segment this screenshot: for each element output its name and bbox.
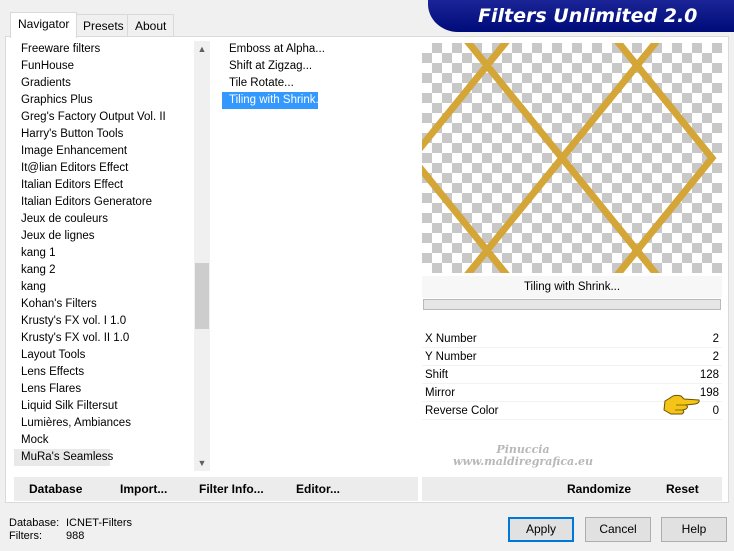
- preview-pattern: [422, 43, 717, 273]
- cancel-button[interactable]: Cancel: [585, 517, 651, 542]
- filters-label: Filters:: [9, 530, 42, 542]
- filter-item[interactable]: Tiling with Shrink...: [222, 92, 325, 109]
- category-item[interactable]: kang 1: [14, 245, 194, 262]
- category-item[interactable]: kang 2: [14, 262, 194, 279]
- scroll-up-icon[interactable]: ▲: [194, 41, 210, 57]
- import-button[interactable]: Import...: [120, 477, 167, 501]
- randomize-button[interactable]: Randomize: [567, 477, 631, 501]
- app-title: Filters Unlimited 2.0: [478, 5, 698, 27]
- pointing-hand-icon: [663, 394, 700, 415]
- category-scrollbar[interactable]: ▲ ▼: [194, 41, 210, 471]
- category-item[interactable]: Italian Editors Effect: [14, 177, 194, 194]
- tab-about[interactable]: About: [127, 14, 175, 37]
- category-item[interactable]: Gradients: [14, 75, 194, 92]
- parameter-value[interactable]: 128: [700, 366, 719, 384]
- category-item[interactable]: Harry's Button Tools: [14, 126, 194, 143]
- category-item[interactable]: It@lian Editors Effect: [14, 160, 194, 177]
- category-item[interactable]: MuRa's Seamless: [14, 449, 113, 466]
- category-item[interactable]: Krusty's FX vol. II 1.0: [14, 330, 194, 347]
- filter-item[interactable]: Tile Rotate...: [222, 75, 318, 92]
- right-action-bar: Randomize Reset: [422, 477, 722, 501]
- category-item[interactable]: Greg's Factory Output Vol. II: [14, 109, 194, 126]
- parameter-name: Mirror: [425, 387, 456, 399]
- category-item[interactable]: Mock: [14, 432, 194, 449]
- progress-bar: [423, 299, 721, 310]
- tab-presets[interactable]: Presets: [75, 14, 132, 37]
- category-item[interactable]: Freeware filters: [14, 41, 194, 58]
- left-action-bar: Database Import... Filter Info... Editor…: [14, 477, 418, 501]
- parameter-name: X Number: [425, 333, 477, 345]
- scroll-down-icon[interactable]: ▼: [194, 455, 210, 471]
- category-item[interactable]: Jeux de lignes: [14, 228, 194, 245]
- status-database: Database: ICNET-Filters: [9, 517, 132, 530]
- watermark-url: www.maldiregrafica.eu: [452, 455, 593, 468]
- category-item[interactable]: FunHouse: [14, 58, 194, 75]
- category-item[interactable]: Layout Tools: [14, 347, 194, 364]
- tab-navigator[interactable]: Navigator: [10, 12, 78, 38]
- category-item[interactable]: Kohan's Filters: [14, 296, 194, 313]
- selected-filter-name: Tiling with Shrink...: [422, 276, 722, 298]
- category-item[interactable]: Lens Effects: [14, 364, 194, 381]
- parameter-value[interactable]: 198: [700, 384, 719, 402]
- parameter-name: Shift: [425, 369, 449, 381]
- filter-preview: [422, 43, 722, 273]
- category-item[interactable]: Jeux de couleurs: [14, 211, 194, 228]
- parameter-value[interactable]: 0: [713, 402, 719, 420]
- parameter-value[interactable]: 2: [713, 330, 719, 348]
- category-list[interactable]: Freeware filters FunHouse Gradients Graphic…: [14, 41, 194, 471]
- help-button[interactable]: Help: [661, 517, 727, 542]
- watermark: Pinuccia www.maldiregrafica.eu: [438, 444, 608, 468]
- filter-info-button[interactable]: Filter Info...: [199, 477, 264, 501]
- filter-item[interactable]: Emboss at Alpha...: [222, 41, 325, 58]
- category-item[interactable]: Italian Editors Generatore: [14, 194, 194, 211]
- status-filters: Filters: 988: [9, 530, 84, 543]
- parameter-row[interactable]: Shift 128: [422, 366, 722, 384]
- app-title-banner: Filters Unlimited 2.0: [428, 0, 734, 32]
- reset-button[interactable]: Reset: [666, 477, 699, 501]
- parameter-name: Reverse Color: [425, 405, 499, 417]
- category-item[interactable]: Lens Flares: [14, 381, 194, 398]
- parameter-name: Y Number: [425, 351, 477, 363]
- filter-item[interactable]: Shift at Zigzag...: [222, 58, 318, 75]
- scroll-thumb[interactable]: [195, 263, 209, 329]
- category-item[interactable]: Graphics Plus: [14, 92, 194, 109]
- apply-button[interactable]: Apply: [508, 517, 574, 542]
- category-item[interactable]: Liquid Silk Filtersut: [14, 398, 194, 415]
- filters-count: 988: [66, 530, 85, 542]
- category-item[interactable]: Image Enhancement: [14, 143, 194, 160]
- category-item[interactable]: Krusty's FX vol. I 1.0: [14, 313, 194, 330]
- editor-button[interactable]: Editor...: [296, 477, 340, 501]
- filter-list[interactable]: Emboss at Alpha... Shift at Zigzag... Tile…: [222, 41, 416, 471]
- category-item[interactable]: Lumières, Ambiances: [14, 415, 194, 432]
- parameter-row[interactable]: Y Number 2: [422, 348, 722, 366]
- database-value: ICNET-Filters: [66, 517, 132, 529]
- database-label: Database:: [9, 517, 60, 529]
- parameter-value[interactable]: 2: [713, 348, 719, 366]
- parameter-row[interactable]: X Number 2: [422, 330, 722, 348]
- database-button[interactable]: Database: [29, 477, 82, 501]
- category-item[interactable]: kang: [14, 279, 194, 296]
